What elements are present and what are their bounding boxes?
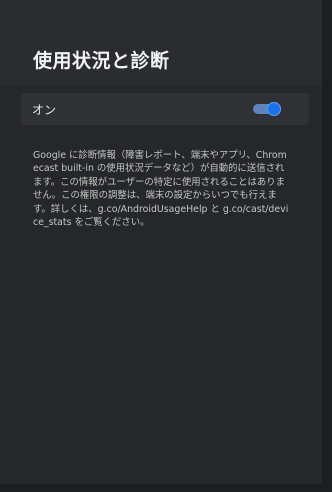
usage-diagnostics-toggle-row[interactable]: オン xyxy=(21,93,309,125)
toggle-label: オン xyxy=(32,103,57,117)
bottom-edge xyxy=(0,484,332,492)
page-title: 使用状況と診断 xyxy=(33,50,170,72)
usage-diagnostics-switch[interactable] xyxy=(253,102,281,116)
settings-panel: 使用状況と診断 オン Google に診断情報（障害レポート、端末やアプリ、Ch… xyxy=(0,0,322,484)
right-edge xyxy=(322,0,332,492)
header-bar: 使用状況と診断 xyxy=(0,0,322,85)
description-text: Google に診断情報（障害レポート、端末やアプリ、Chromecast bu… xyxy=(33,150,289,229)
switch-knob xyxy=(267,102,281,116)
